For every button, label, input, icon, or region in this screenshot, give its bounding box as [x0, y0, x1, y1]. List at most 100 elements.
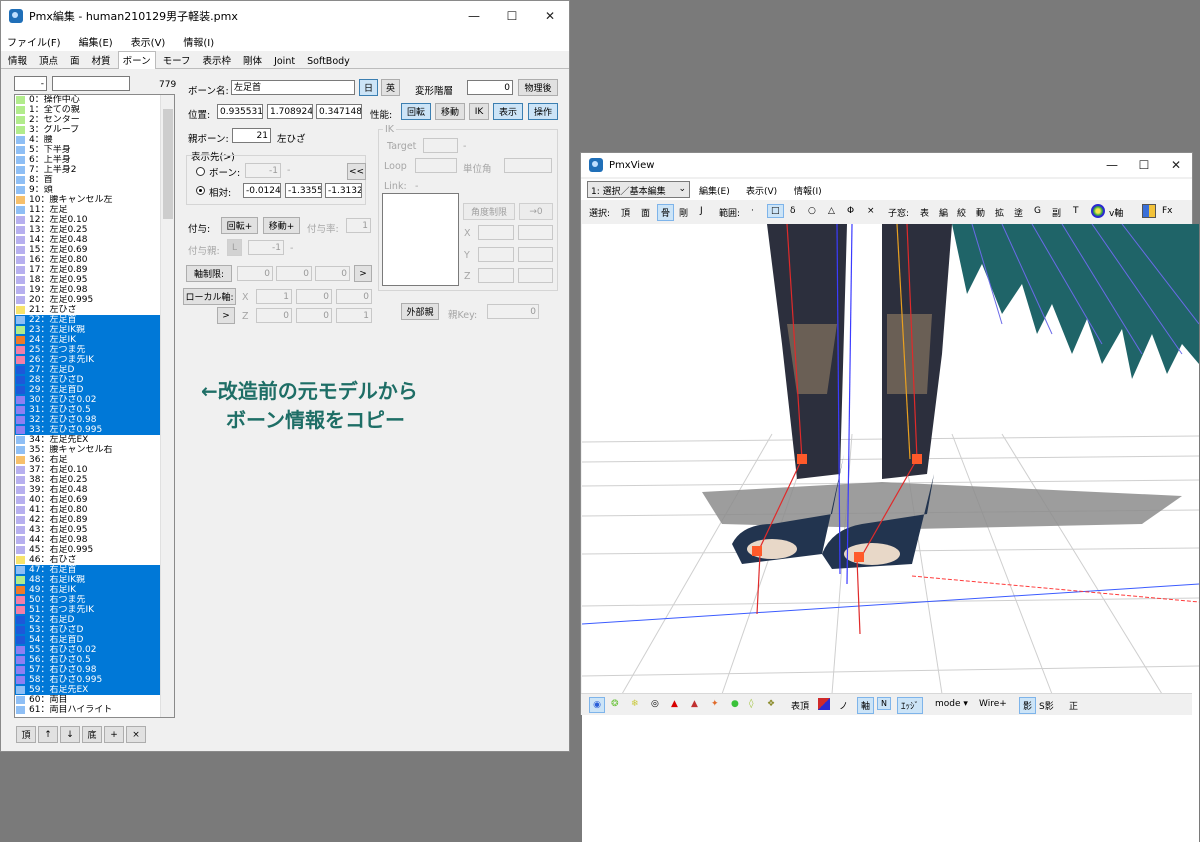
angle-limit-button[interactable]: 角度制限	[463, 203, 515, 220]
view-titlebar[interactable]: PmxView — ☐ ✕	[581, 153, 1192, 177]
bone-list-item[interactable]: 25：左つま先	[15, 345, 174, 355]
local-axis-button[interactable]: ローカル軸:	[183, 288, 236, 305]
ik-toggle[interactable]: IK	[469, 103, 489, 120]
range-cross[interactable]: ×	[867, 206, 875, 216]
tab-vertex[interactable]: 頂点	[34, 51, 63, 68]
bone-list-item[interactable]: 0：操作中心	[15, 95, 174, 105]
maximize-icon[interactable]: ☐	[1128, 153, 1160, 177]
ik-z-max[interactable]	[518, 268, 553, 283]
bone-list-item[interactable]: 30：左ひざ0.02	[15, 395, 174, 405]
bone-list-item[interactable]: 21：左ひざ	[15, 305, 174, 315]
child-filter[interactable]: 絞	[957, 206, 966, 219]
external-parent-button[interactable]: 外部親	[401, 303, 439, 320]
child-table[interactable]: 表	[920, 206, 929, 219]
view-menu-info[interactable]: 情報(I)	[794, 184, 822, 197]
tab-info[interactable]: 情報	[3, 51, 32, 68]
bone-list-item[interactable]: 52：右足D	[15, 615, 174, 625]
shadow-button[interactable]: 影	[1019, 697, 1037, 714]
wire-button[interactable]: Wire+	[979, 699, 1007, 709]
edge-button[interactable]: ｴｯｼﾞ	[897, 697, 924, 714]
bone-list-item[interactable]: 32：左ひざ0.98	[15, 415, 174, 425]
range-phi[interactable]: Φ	[847, 206, 854, 216]
range-circle[interactable]: ○	[808, 206, 816, 216]
zero-button[interactable]: →0	[519, 203, 553, 220]
table-top-button[interactable]: 表頂	[791, 699, 809, 712]
ik-x-min[interactable]	[478, 225, 514, 240]
bone-list-item[interactable]: 38：右足0.25	[15, 475, 174, 485]
globe-icon[interactable]	[1091, 204, 1105, 218]
axis-limit-x[interactable]: 0	[237, 266, 273, 281]
circle-icon[interactable]: ◎	[651, 699, 659, 709]
after-physics-button[interactable]: 物理後	[518, 79, 558, 96]
rigid-icon[interactable]: ●	[731, 699, 739, 709]
front-button[interactable]: 正	[1069, 699, 1078, 712]
ik-x-max[interactable]	[518, 225, 553, 240]
local-z2[interactable]: 0	[296, 308, 332, 323]
tab-joint[interactable]: Joint	[269, 54, 300, 68]
ik-y-max[interactable]	[518, 247, 553, 262]
close-icon[interactable]: ✕	[1160, 153, 1192, 177]
move-bottom-button[interactable]: 底	[82, 726, 102, 743]
bone-list-item[interactable]: 36：右足	[15, 455, 174, 465]
ik-unit-angle-input[interactable]	[504, 158, 552, 173]
bone-icon[interactable]: ✦	[711, 699, 719, 709]
ik-loop-input[interactable]	[415, 158, 457, 173]
grant-move-button[interactable]: 移動+	[263, 217, 300, 234]
bone-list-item[interactable]: 47：右足首	[15, 565, 174, 575]
menu-view[interactable]: 表示(V)	[131, 34, 166, 49]
bone-list-item[interactable]: 33：左ひざ0.995	[15, 425, 174, 435]
view-menu-edit[interactable]: 編集(E)	[699, 184, 730, 197]
select-rigid[interactable]: 剛	[679, 206, 688, 219]
grid-color-icon[interactable]	[1142, 204, 1156, 218]
bone-list-item[interactable]: 55：右ひざ0.02	[15, 645, 174, 655]
child-paint[interactable]: 塗	[1014, 206, 1023, 219]
bone-list-item[interactable]: 18：左足0.95	[15, 275, 174, 285]
bone-list-item[interactable]: 54：右足首D	[15, 635, 174, 645]
bone-list-item[interactable]: 53：右ひざD	[15, 625, 174, 635]
bone-list-item[interactable]: 61：両目ハイライト	[15, 705, 174, 715]
3d-viewport[interactable]	[582, 224, 1199, 842]
child-scale[interactable]: 拡	[995, 206, 1004, 219]
grant-parent-input[interactable]: -1	[248, 240, 284, 255]
menu-file[interactable]: ファイル(F)	[7, 34, 61, 49]
bone-list-item[interactable]: 35：腰キャンセル右	[15, 445, 174, 455]
bone-list-item[interactable]: 58：右ひざ0.995	[15, 675, 174, 685]
bone-list-item[interactable]: 49：右足IK	[15, 585, 174, 595]
move-down-button[interactable]: ↓	[60, 726, 80, 743]
bone-list-item[interactable]: 7：上半身2	[15, 165, 174, 175]
bone-list-item[interactable]: 1：全ての親	[15, 105, 174, 115]
bone-list-scrollbar[interactable]	[160, 95, 174, 717]
child-t[interactable]: T	[1073, 206, 1079, 216]
radio-bone[interactable]	[196, 167, 205, 176]
fx-button[interactable]: Fx	[1162, 206, 1173, 216]
rel-y-input[interactable]: -1.3355	[285, 183, 322, 198]
no-button[interactable]: ノ	[839, 699, 848, 712]
bone-list-item[interactable]: 42：右足0.89	[15, 515, 174, 525]
local-axis-arrow[interactable]: >	[217, 307, 235, 324]
select-vertex[interactable]: 頂	[621, 206, 630, 219]
minimize-icon[interactable]: —	[1096, 153, 1128, 177]
maximize-icon[interactable]: ☐	[493, 1, 531, 31]
position-x-input[interactable]: 0.9355315	[217, 104, 263, 119]
color-swatch-icon[interactable]	[818, 698, 830, 710]
range-point[interactable]: ·	[751, 206, 754, 216]
bone-list-item[interactable]: 9：頭	[15, 185, 174, 195]
local-z3[interactable]: 1	[336, 308, 372, 323]
menu-info[interactable]: 情報(I)	[183, 34, 214, 49]
bone-list-item[interactable]: 12：左足0.10	[15, 215, 174, 225]
move-top-button[interactable]: 頂	[16, 726, 36, 743]
editor-titlebar[interactable]: Pmx編集 - human210129男子軽装.pmx — ☐ ✕	[1, 1, 569, 31]
bone-list-item[interactable]: 5：下半身	[15, 145, 174, 155]
bone-list-item[interactable]: 45：右足0.995	[15, 545, 174, 555]
bone-list-item[interactable]: 39：右足0.48	[15, 485, 174, 495]
bone-list-item[interactable]: 41：右足0.80	[15, 505, 174, 515]
parent-bone-input[interactable]: 21	[232, 128, 271, 143]
bone-list-item[interactable]: 23：左足IK親	[15, 325, 174, 335]
bone-list-item[interactable]: 43：右足0.95	[15, 525, 174, 535]
tab-bone[interactable]: ボーン	[117, 51, 156, 69]
axis-limit-z[interactable]: 0	[315, 266, 350, 281]
tab-softbody[interactable]: SoftBody	[302, 54, 355, 68]
axis-limit-arrow[interactable]: >	[354, 265, 372, 282]
rel-z-input[interactable]: -1.3132	[325, 183, 362, 198]
bone-list-item[interactable]: 10：腰キャンセル左	[15, 195, 174, 205]
